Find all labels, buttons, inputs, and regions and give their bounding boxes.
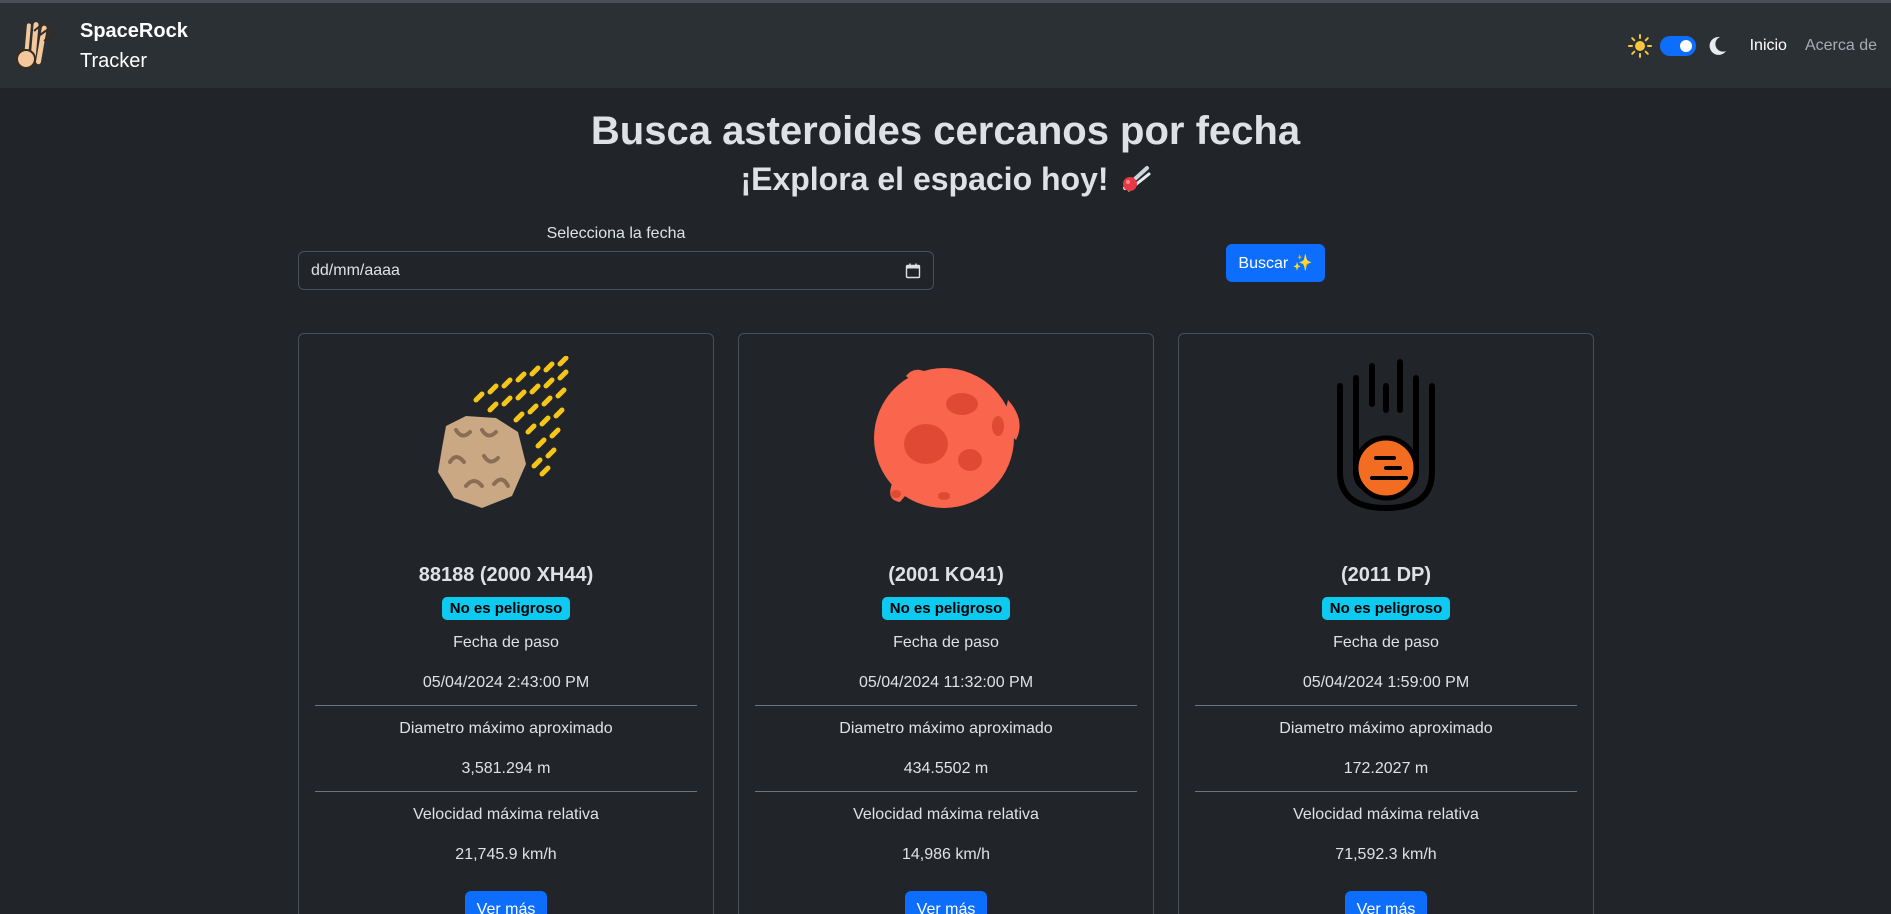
hero: Busca asteroides cercanos por fecha ¡Exp… — [0, 107, 1891, 199]
comet-emoji-icon — [1122, 166, 1151, 192]
asteroid-rock-icon — [438, 356, 569, 508]
moon-icon — [1709, 36, 1726, 55]
divider — [755, 705, 1137, 706]
date-label: Fecha de paso — [893, 634, 999, 651]
diameter-value: 172.2027 m — [1343, 760, 1429, 777]
divider — [1195, 791, 1577, 792]
speed-value: 21,745.9 km/h — [455, 846, 557, 863]
date-label: Fecha de paso — [1333, 634, 1439, 651]
diameter-label: Diametro máximo aproximado — [1279, 720, 1493, 737]
speed-label: Velocidad máxima relativa — [413, 806, 599, 823]
speed-value: 71,592.3 km/h — [1335, 846, 1437, 863]
calendar-icon[interactable] — [905, 263, 921, 279]
hazard-badge: No es peligroso — [881, 597, 1011, 620]
page-subtitle-text: ¡Explora el espacio hoy! — [740, 161, 1109, 197]
divider — [755, 791, 1137, 792]
navbar: SpaceRock Tracker Inicio Acerca de — [0, 3, 1891, 88]
see-more-button[interactable]: Ver más — [904, 891, 988, 914]
divider — [1195, 705, 1577, 706]
date-label: Fecha de paso — [453, 634, 559, 651]
speed-value: 14,986 km/h — [901, 846, 991, 863]
nav-link-inicio[interactable]: Inicio — [1750, 37, 1787, 55]
speed-label: Velocidad máxima relativa — [853, 806, 1039, 823]
brand[interactable]: SpaceRock Tracker — [14, 16, 188, 76]
brand-subtitle: Tracker — [80, 49, 148, 72]
diameter-label: Diametro máximo aproximado — [399, 720, 613, 737]
asteroid-card: (2011 DP) No es peligroso Fecha de paso … — [1178, 333, 1594, 914]
date-placeholder: dd/mm/aaaa — [311, 261, 400, 279]
asteroid-name: 88188 (2000 XH44) — [418, 564, 594, 586]
asteroid-name: (2011 DP) — [1340, 564, 1432, 586]
falling-meteor-icon — [1337, 359, 1435, 512]
theme-toggle[interactable] — [1659, 35, 1696, 56]
page-title: Busca asteroides cercanos por fecha — [590, 109, 1301, 153]
divider — [315, 705, 697, 706]
page-subtitle: ¡Explora el espacio hoy! — [0, 159, 1891, 199]
comet-logo-icon — [16, 20, 59, 69]
date-value: 05/04/2024 2:43:00 PM — [422, 674, 590, 691]
date-value: 05/04/2024 1:59:00 PM — [1302, 674, 1470, 691]
sun-icon — [1627, 33, 1652, 58]
see-more-button[interactable]: Ver más — [464, 891, 548, 914]
date-input[interactable]: dd/mm/aaaa — [298, 251, 934, 290]
red-planet-icon — [874, 368, 1020, 508]
search-form: Selecciona la fecha dd/mm/aaaa Buscar ✨ — [0, 199, 1891, 329]
asteroid-cards: 88188 (2000 XH44) No es peligroso Fecha … — [298, 333, 1594, 914]
divider — [315, 791, 697, 792]
diameter-value: 3,581.294 m — [461, 760, 551, 777]
toggle-knob — [1679, 39, 1692, 52]
nav-link-acerca-de[interactable]: Acerca de — [1805, 37, 1877, 55]
asteroid-card: 88188 (2000 XH44) No es peligroso Fecha … — [298, 333, 714, 914]
search-button[interactable]: Buscar ✨ — [1226, 244, 1325, 282]
asteroid-card: (2001 KO41) No es peligroso Fecha de pas… — [738, 333, 1154, 914]
hazard-badge: No es peligroso — [441, 597, 571, 620]
asteroid-name: (2001 KO41) — [888, 564, 1004, 586]
brand-name: SpaceRock — [80, 19, 188, 42]
date-label: Selecciona la fecha — [546, 225, 686, 242]
diameter-label: Diametro máximo aproximado — [839, 720, 1053, 737]
diameter-value: 434.5502 m — [903, 760, 989, 777]
hazard-badge: No es peligroso — [1321, 597, 1451, 620]
date-value: 05/04/2024 11:32:00 PM — [858, 674, 1034, 691]
speed-label: Velocidad máxima relativa — [1293, 806, 1479, 823]
see-more-button[interactable]: Ver más — [1344, 891, 1428, 914]
